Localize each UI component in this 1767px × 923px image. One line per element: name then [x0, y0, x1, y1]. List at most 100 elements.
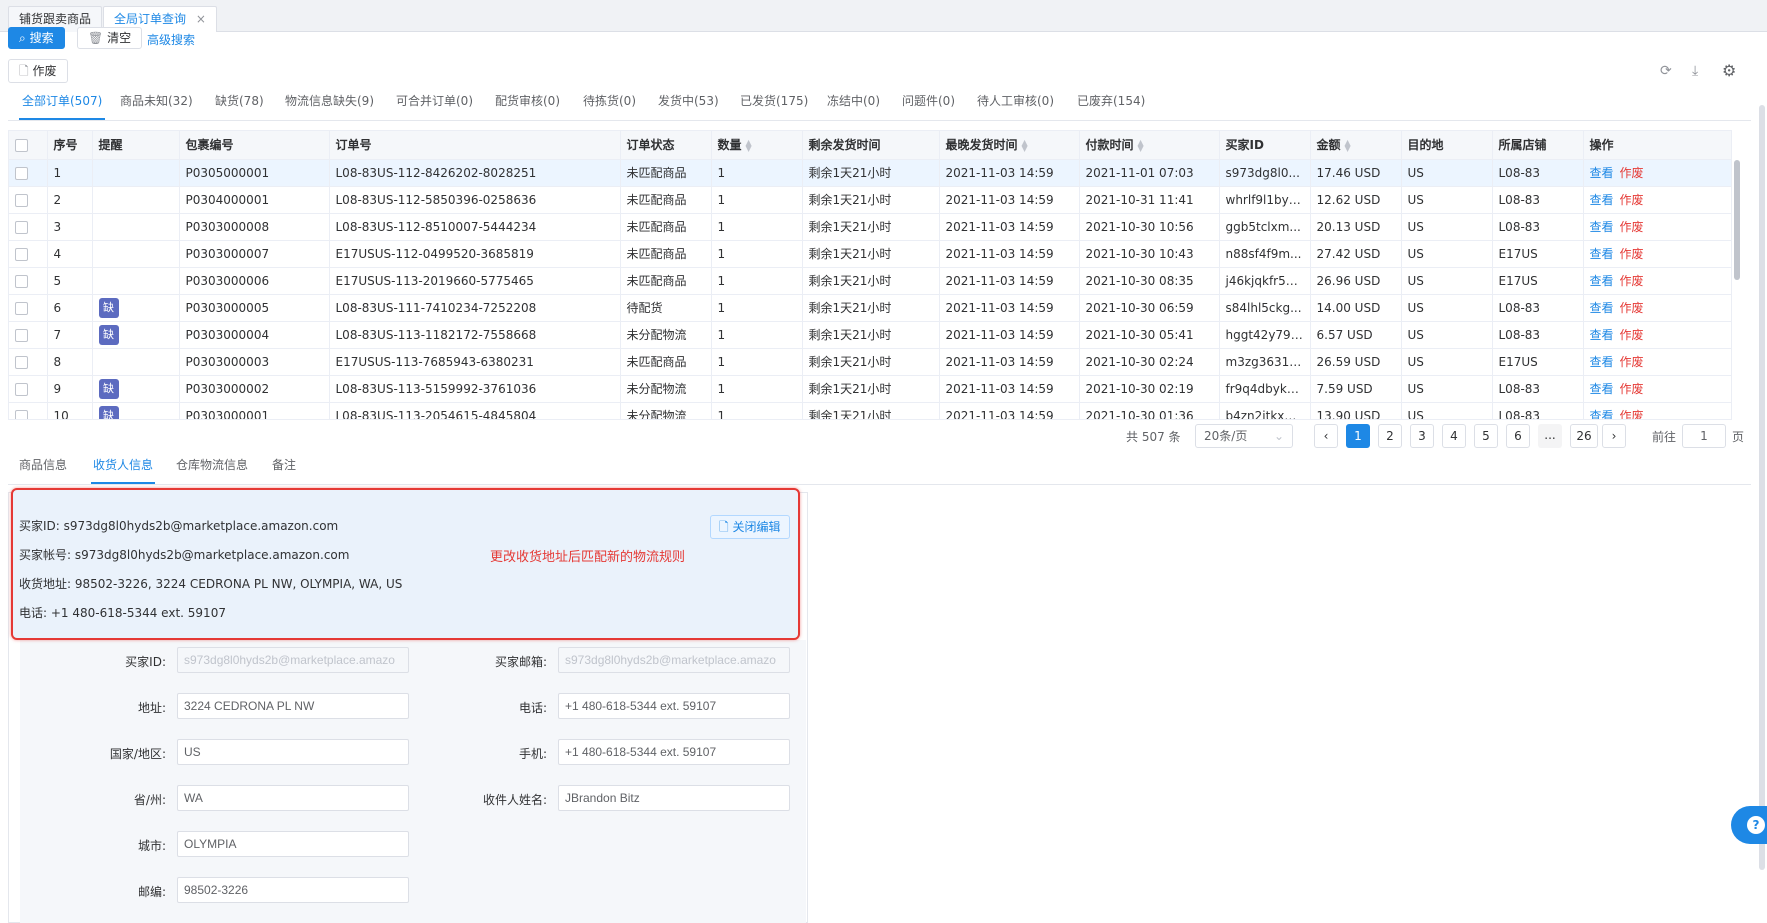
cell-latest: 2021-11-03 14:59 [939, 267, 1080, 295]
table-row[interactable]: 8 P0303000003 E17USUS-113-7685943-6380231 未… [9, 348, 1731, 376]
tab-frozen[interactable]: 冻结中(0) [827, 92, 880, 120]
phone-field[interactable]: +1 480-618-5344 ext. 59107 [558, 693, 790, 719]
tab-all-orders[interactable]: 全部订单(507) [19, 92, 106, 120]
goto-page-input[interactable]: 1 [1682, 424, 1726, 448]
page-button[interactable]: 6 [1506, 424, 1530, 448]
view-link[interactable]: 查看 [1590, 274, 1614, 288]
zip-field[interactable]: 98502-3226 [177, 877, 409, 903]
row-checkbox[interactable] [9, 240, 48, 268]
state-field[interactable]: WA [177, 785, 409, 811]
city-field[interactable]: OLYMPIA [177, 831, 409, 857]
void-button[interactable]: 🗋 作废 [8, 59, 68, 83]
tab-warehouse-logistics[interactable]: 仓库物流信息 [176, 456, 248, 484]
close-edit-button[interactable]: 🗋 关闭编辑 [710, 515, 790, 539]
cell-no: 3 [47, 213, 93, 241]
advanced-search-link[interactable]: 高级搜索 [147, 31, 195, 48]
table-row[interactable]: 6 缺 P0303000005 L08-83US-111-7410234-725220… [9, 294, 1731, 322]
row-checkbox[interactable] [9, 213, 48, 241]
row-checkbox[interactable] [9, 294, 48, 322]
table-scrollbar[interactable] [1734, 160, 1740, 280]
tab-unknown-product[interactable]: 商品未知(32) [120, 92, 193, 120]
row-checkbox[interactable] [9, 159, 48, 187]
select-all-checkbox[interactable] [9, 131, 48, 160]
country-field[interactable]: US [177, 739, 409, 765]
view-link[interactable]: 查看 [1590, 193, 1614, 207]
view-link[interactable]: 查看 [1590, 220, 1614, 234]
tab-problem[interactable]: 问题件(0) [902, 92, 955, 120]
void-link[interactable]: 作废 [1620, 274, 1644, 288]
view-link[interactable]: 查看 [1590, 166, 1614, 180]
row-checkbox[interactable] [9, 348, 48, 376]
row-checkbox[interactable] [9, 186, 48, 214]
receiver-name-field[interactable]: JBrandon Bitz [558, 785, 790, 811]
row-checkbox[interactable] [9, 267, 48, 295]
view-link[interactable]: 查看 [1590, 328, 1614, 342]
close-icon[interactable]: × [196, 12, 206, 26]
tab-out-of-stock[interactable]: 缺货(78) [215, 92, 264, 120]
page-scrollbar[interactable] [1759, 105, 1765, 870]
table-row[interactable]: 7 缺 P0303000004 L08-83US-113-1182172-755866… [9, 321, 1731, 349]
view-link[interactable]: 查看 [1590, 247, 1614, 261]
void-link[interactable]: 作废 [1620, 220, 1644, 234]
view-link[interactable]: 查看 [1590, 301, 1614, 315]
view-link[interactable]: 查看 [1590, 382, 1614, 396]
address-field[interactable]: 3224 CEDRONA PL NW [177, 693, 409, 719]
void-link[interactable]: 作废 [1620, 409, 1644, 419]
tab-product-info[interactable]: 商品信息 [19, 456, 67, 484]
col-header-sortable[interactable]: 付款时间 ▲ ▼ [1079, 131, 1220, 160]
table-row[interactable]: 3 P0303000008 L08-83US-112-8510007-5444234… [9, 213, 1731, 241]
mobile-field[interactable]: +1 480-618-5344 ext. 59107 [558, 739, 790, 765]
void-link[interactable]: 作废 [1620, 328, 1644, 342]
table-row[interactable]: 2 P0304000001 L08-83US-112-5850396-0258636… [9, 186, 1731, 214]
tab-discarded[interactable]: 已废弃(154) [1077, 92, 1145, 120]
tab-picking[interactable]: 待拣货(0) [583, 92, 636, 120]
tab-missing-logistics[interactable]: 物流信息缺失(9) [285, 92, 374, 120]
void-link[interactable]: 作废 [1620, 301, 1644, 315]
void-link[interactable]: 作废 [1620, 193, 1644, 207]
void-link[interactable]: 作废 [1620, 355, 1644, 369]
void-link[interactable]: 作废 [1620, 166, 1644, 180]
chevron-left-icon[interactable]: ‹ [1314, 424, 1338, 448]
void-link[interactable]: 作废 [1620, 247, 1644, 261]
page-button[interactable]: 4 [1442, 424, 1466, 448]
view-link[interactable]: 查看 [1590, 355, 1614, 369]
page-button[interactable]: 1 [1346, 424, 1370, 448]
page-button[interactable]: 3 [1410, 424, 1434, 448]
view-link[interactable]: 查看 [1590, 409, 1614, 419]
table-row[interactable]: 1 P0305000001 L08-83US-112-8426202-8028251… [9, 159, 1731, 187]
page-ellipsis[interactable]: ... [1538, 424, 1562, 448]
tab-receiver-info[interactable]: 收货人信息 [91, 456, 156, 484]
search-button[interactable]: ⌕ 搜索 [8, 27, 65, 49]
table-row[interactable]: 4 P0303000007 E17USUS-112-0499520-3685819 未… [9, 240, 1731, 268]
tab-shipping[interactable]: 发货中(53) [658, 92, 719, 120]
sort-icon[interactable]: ▲ ▼ [1345, 138, 1351, 152]
refresh-icon[interactable]: ⟳ [1660, 63, 1672, 79]
sort-icon[interactable]: ▲ ▼ [1022, 138, 1028, 152]
col-header-sortable[interactable]: 数量 ▲ ▼ [711, 131, 803, 160]
help-button[interactable]: ? [1731, 806, 1767, 844]
row-checkbox[interactable] [9, 402, 48, 419]
sort-icon[interactable]: ▲ ▼ [1138, 138, 1144, 152]
sort-icon[interactable]: ▲ ▼ [746, 138, 752, 152]
tab-mergeable[interactable]: 可合并订单(0) [396, 92, 473, 120]
download-icon[interactable]: ⤓ [1692, 63, 1698, 79]
table-row[interactable]: 10 缺 P0303000001 L08-83US-113-2054615-48458… [9, 402, 1731, 419]
row-checkbox[interactable] [9, 321, 48, 349]
page-button[interactable]: 2 [1378, 424, 1402, 448]
page-button[interactable]: 26 [1570, 424, 1598, 448]
table-row[interactable]: 5 P0303000006 E17USUS-113-2019660-5775465 未… [9, 267, 1731, 295]
page-button[interactable]: 5 [1474, 424, 1498, 448]
page-size-select[interactable]: 20条/页 ⌄ [1195, 424, 1293, 448]
chevron-right-icon[interactable]: › [1602, 424, 1626, 448]
void-link[interactable]: 作废 [1620, 382, 1644, 396]
tab-shipped[interactable]: 已发货(175) [740, 92, 808, 120]
col-header-sortable[interactable]: 金额 ▲ ▼ [1310, 131, 1402, 160]
tab-remarks[interactable]: 备注 [272, 456, 296, 484]
col-header-sortable[interactable]: 最晚发货时间 ▲ ▼ [939, 131, 1080, 160]
tab-allocation-review[interactable]: 配货审核(0) [495, 92, 560, 120]
gear-icon[interactable]: ⚙ [1722, 61, 1736, 80]
clear-button[interactable]: 🗑 清空 [77, 27, 143, 49]
table-row[interactable]: 9 缺 P0303000002 L08-83US-113-5159992-376103… [9, 375, 1731, 403]
row-checkbox[interactable] [9, 375, 48, 403]
tab-manual-review[interactable]: 待人工审核(0) [977, 92, 1054, 120]
